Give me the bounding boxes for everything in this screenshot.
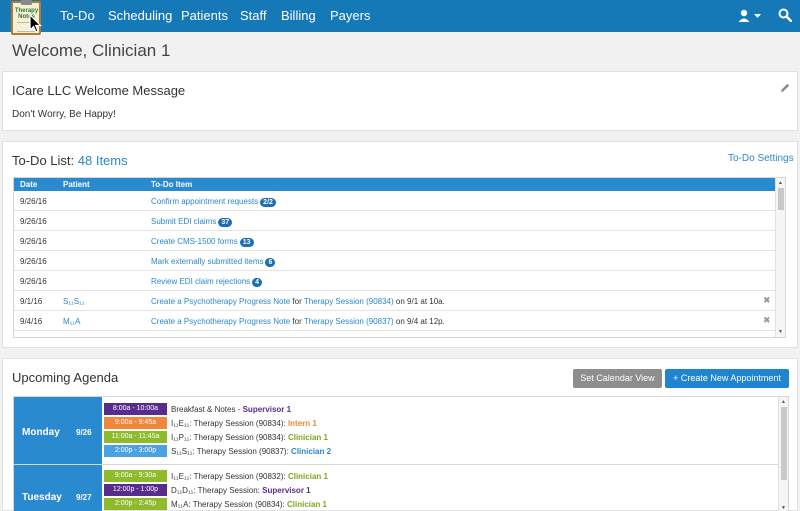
nav-patients[interactable]: Patients [181, 8, 228, 23]
table-row: 9/26/16 Review EDI claim rejections 4 [14, 271, 775, 291]
set-calendar-view-button[interactable]: Set Calendar View [573, 369, 662, 388]
table-row: 9/26/16 Mark externally submitted items 6 [14, 251, 775, 271]
agenda-list: Monday 9/26 Tuesday 9/27 8:00a - 10:00a … [13, 396, 789, 511]
agenda-scrollbar[interactable]: ▲ ▼ [778, 397, 788, 511]
create-appointment-button[interactable]: + Create New Appointment [665, 369, 789, 388]
welcome-title: ICare LLC Welcome Message [12, 83, 186, 98]
search-icon[interactable] [778, 8, 792, 22]
event-provider: Supervisor 1 [262, 486, 311, 495]
table-row: 9/1/16 S₁₁S₁₁ Create a Psychotherapy Pro… [14, 291, 775, 311]
nav-todo[interactable]: To-Do [60, 8, 95, 23]
todo-item-link[interactable]: Mark externally submitted items 6 [151, 257, 276, 267]
nav-payers[interactable]: Payers [330, 8, 370, 23]
event-time: 11:00a - 11:45a [104, 431, 167, 443]
todo-item-link[interactable]: Review EDI claim rejections 4 [151, 277, 263, 287]
todo-count: 48 Items [77, 153, 128, 168]
count-badge: 37 [218, 218, 233, 227]
count-badge: 4 [252, 278, 263, 287]
todo-panel: To-Do List: 48 Items To-Do Settings Date… [2, 141, 798, 348]
todo-table-header: Date Patient To-Do Item [14, 178, 775, 191]
todo-title: To-Do List: 48 Items [12, 153, 128, 168]
col-date: Date [20, 180, 38, 189]
patient-link[interactable]: S₁₁S₁₁ [63, 297, 84, 306]
table-row: 9/26/16 Create CMS-1500 forms 13 [14, 231, 775, 251]
todo-settings-link[interactable]: To-Do Settings [728, 153, 794, 164]
edit-pencil-icon[interactable] [779, 82, 791, 94]
patient-link[interactable]: M₁₁A [63, 317, 80, 326]
event-time: 2:00p - 2:45p [104, 498, 167, 510]
event-time: 9:00a - 9:30a [104, 470, 167, 482]
event-provider: Clinician 1 [287, 472, 328, 481]
table-row: 9/26/16 Submit EDI claims 37 [14, 211, 775, 231]
agenda-panel: Upcoming Agenda Set Calendar View + Crea… [2, 358, 798, 511]
event-provider: Intern 1 [287, 419, 317, 428]
mouse-cursor-icon [29, 14, 42, 33]
todo-scrollbar[interactable]: ▲ ▼ [775, 178, 785, 337]
scroll-down-icon[interactable]: ▼ [778, 329, 783, 335]
dismiss-icon[interactable]: ✖ [763, 315, 771, 326]
day-date: 9/27 [76, 493, 92, 502]
col-patient: Patient [63, 180, 90, 189]
event-time: 2:00p - 3:00p [104, 445, 167, 457]
day-monday: Monday 9/26 [14, 397, 102, 464]
day-tuesday: Tuesday 9/27 [14, 465, 102, 511]
day-name: Monday [22, 427, 60, 438]
event-provider: Clinician 1 [287, 433, 328, 442]
todo-item-link[interactable]: Create a Psychotherapy Progress Note for… [151, 297, 445, 306]
dismiss-icon[interactable]: ✖ [763, 295, 771, 306]
event-provider: Supervisor 1 [242, 405, 292, 414]
day-divider [14, 464, 778, 465]
count-badge: 2/2 [260, 198, 276, 207]
table-row: 9/26/16 Confirm appointment requests 2/2 [14, 191, 775, 211]
clipboard-clip [21, 0, 32, 5]
count-badge: 13 [239, 238, 254, 247]
page-title: Welcome, Clinician 1 [12, 41, 171, 60]
nav-billing[interactable]: Billing [281, 8, 316, 23]
user-menu-icon[interactable] [738, 9, 762, 23]
nav-scheduling[interactable]: Scheduling [108, 8, 172, 23]
event-time: 8:00a - 10:00a [104, 403, 167, 415]
todo-item-link[interactable]: Create a Psychotherapy Progress Note for… [151, 317, 445, 326]
day-name: Tuesday [22, 492, 62, 503]
nav-staff[interactable]: Staff [240, 8, 267, 23]
count-badge: 6 [265, 258, 276, 267]
top-navbar: Therapy Notes To-Do Scheduling Patients … [0, 0, 800, 35]
todo-table: Date Patient To-Do Item 9/26/16 Confirm … [13, 177, 786, 338]
day-date: 9/26 [76, 428, 92, 437]
welcome-message: Don't Worry, Be Happy! [12, 109, 116, 120]
todo-item-link[interactable]: Create CMS-1500 forms 13 [151, 237, 254, 247]
event-time: 12:00p - 1:00p [104, 484, 167, 496]
todo-item-link[interactable]: Confirm appointment requests 2/2 [151, 197, 276, 207]
table-row: 9/4/16 M₁₁A Create a Psychotherapy Progr… [14, 311, 775, 331]
scroll-up-icon[interactable]: ▲ [778, 180, 783, 186]
welcome-panel: ICare LLC Welcome Message Don't Worry, B… [2, 71, 798, 131]
todo-item-link[interactable]: Submit EDI claims 37 [151, 217, 233, 227]
scroll-thumb[interactable] [778, 188, 784, 210]
event-provider: Clinician 1 [286, 500, 327, 509]
todo-title-label: To-Do List: [12, 153, 75, 168]
col-todo-item: To-Do Item [151, 180, 193, 189]
agenda-title: Upcoming Agenda [12, 370, 119, 385]
scroll-down-icon[interactable]: ▼ [781, 505, 786, 511]
event-time: 9:00a - 9:45a [104, 417, 167, 429]
scroll-thumb[interactable] [781, 407, 787, 480]
scroll-up-icon[interactable]: ▲ [781, 399, 786, 405]
event-provider: Clinician 2 [291, 447, 332, 456]
